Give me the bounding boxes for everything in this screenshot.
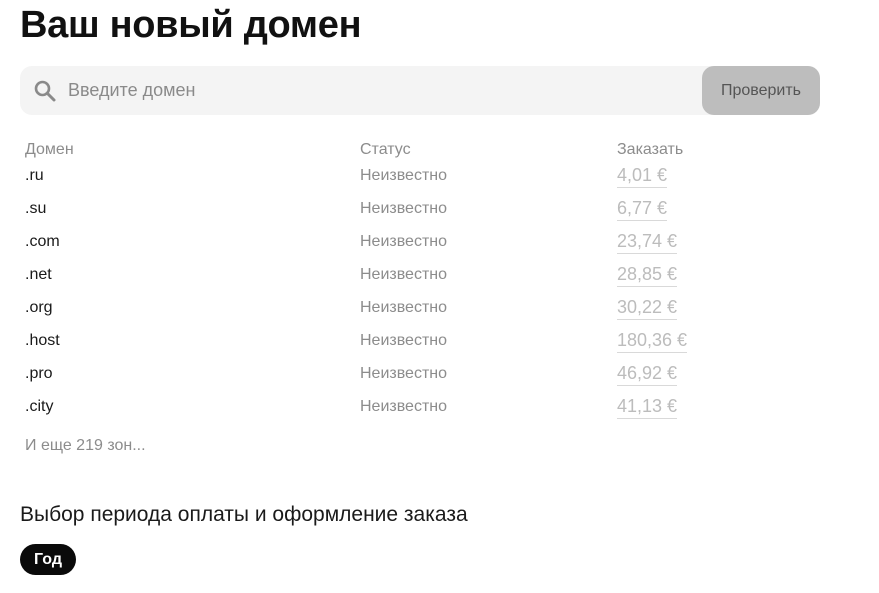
domain-status: Неизвестно bbox=[360, 365, 448, 382]
domain-zone: .host bbox=[25, 332, 60, 349]
table-header: Домен Статус Заказать bbox=[25, 140, 805, 166]
column-header-status: Статус bbox=[360, 141, 411, 158]
domain-table: Домен Статус Заказать .ru Неизвестно 4,0… bbox=[25, 140, 805, 430]
order-price-link[interactable]: 180,36 € bbox=[617, 329, 688, 353]
domain-status: Неизвестно bbox=[360, 266, 448, 283]
domain-status: Неизвестно bbox=[360, 299, 448, 316]
column-header-order: Заказать bbox=[617, 141, 684, 158]
table-row: .city Неизвестно 41,13 € bbox=[25, 395, 805, 430]
order-price-link[interactable]: 30,22 € bbox=[617, 296, 678, 320]
payment-section-title: Выбор периода оплаты и оформление заказа bbox=[20, 503, 468, 526]
table-row: .su Неизвестно 6,77 € bbox=[25, 197, 805, 232]
domain-zone: .com bbox=[25, 233, 60, 250]
domain-zone: .su bbox=[25, 200, 47, 217]
domain-zone: .net bbox=[25, 266, 52, 283]
domain-zone: .city bbox=[25, 398, 54, 415]
domain-search-input[interactable] bbox=[68, 66, 698, 115]
table-row: .org Неизвестно 30,22 € bbox=[25, 296, 805, 331]
domain-status: Неизвестно bbox=[360, 200, 448, 217]
page: Ваш новый домен Проверить Домен Статус З… bbox=[0, 0, 879, 593]
table-row: .com Неизвестно 23,74 € bbox=[25, 230, 805, 265]
domain-status: Неизвестно bbox=[360, 398, 448, 415]
table-row: .ru Неизвестно 4,01 € bbox=[25, 164, 805, 199]
table-row: .net Неизвестно 28,85 € bbox=[25, 263, 805, 298]
more-zones-link[interactable]: И еще 219 зон... bbox=[25, 437, 146, 455]
order-price-link[interactable]: 23,74 € bbox=[617, 230, 678, 254]
order-price-link[interactable]: 4,01 € bbox=[617, 164, 668, 188]
domain-search-bar: Проверить bbox=[20, 66, 820, 115]
domain-status: Неизвестно bbox=[360, 167, 448, 184]
domain-zone: .org bbox=[25, 299, 53, 316]
domain-zone: .ru bbox=[25, 167, 44, 184]
domain-status: Неизвестно bbox=[360, 233, 448, 250]
order-price-link[interactable]: 28,85 € bbox=[617, 263, 678, 287]
search-icon bbox=[33, 79, 57, 103]
order-price-link[interactable]: 46,92 € bbox=[617, 362, 678, 386]
order-price-link[interactable]: 41,13 € bbox=[617, 395, 678, 419]
column-header-domain: Домен bbox=[25, 141, 74, 158]
period-option-year[interactable]: Год bbox=[20, 544, 76, 575]
page-title: Ваш новый домен bbox=[20, 4, 362, 46]
order-price-link[interactable]: 6,77 € bbox=[617, 197, 668, 221]
table-row: .pro Неизвестно 46,92 € bbox=[25, 362, 805, 397]
table-row: .host Неизвестно 180,36 € bbox=[25, 329, 805, 364]
check-button[interactable]: Проверить bbox=[702, 66, 820, 115]
domain-zone: .pro bbox=[25, 365, 53, 382]
domain-status: Неизвестно bbox=[360, 332, 448, 349]
